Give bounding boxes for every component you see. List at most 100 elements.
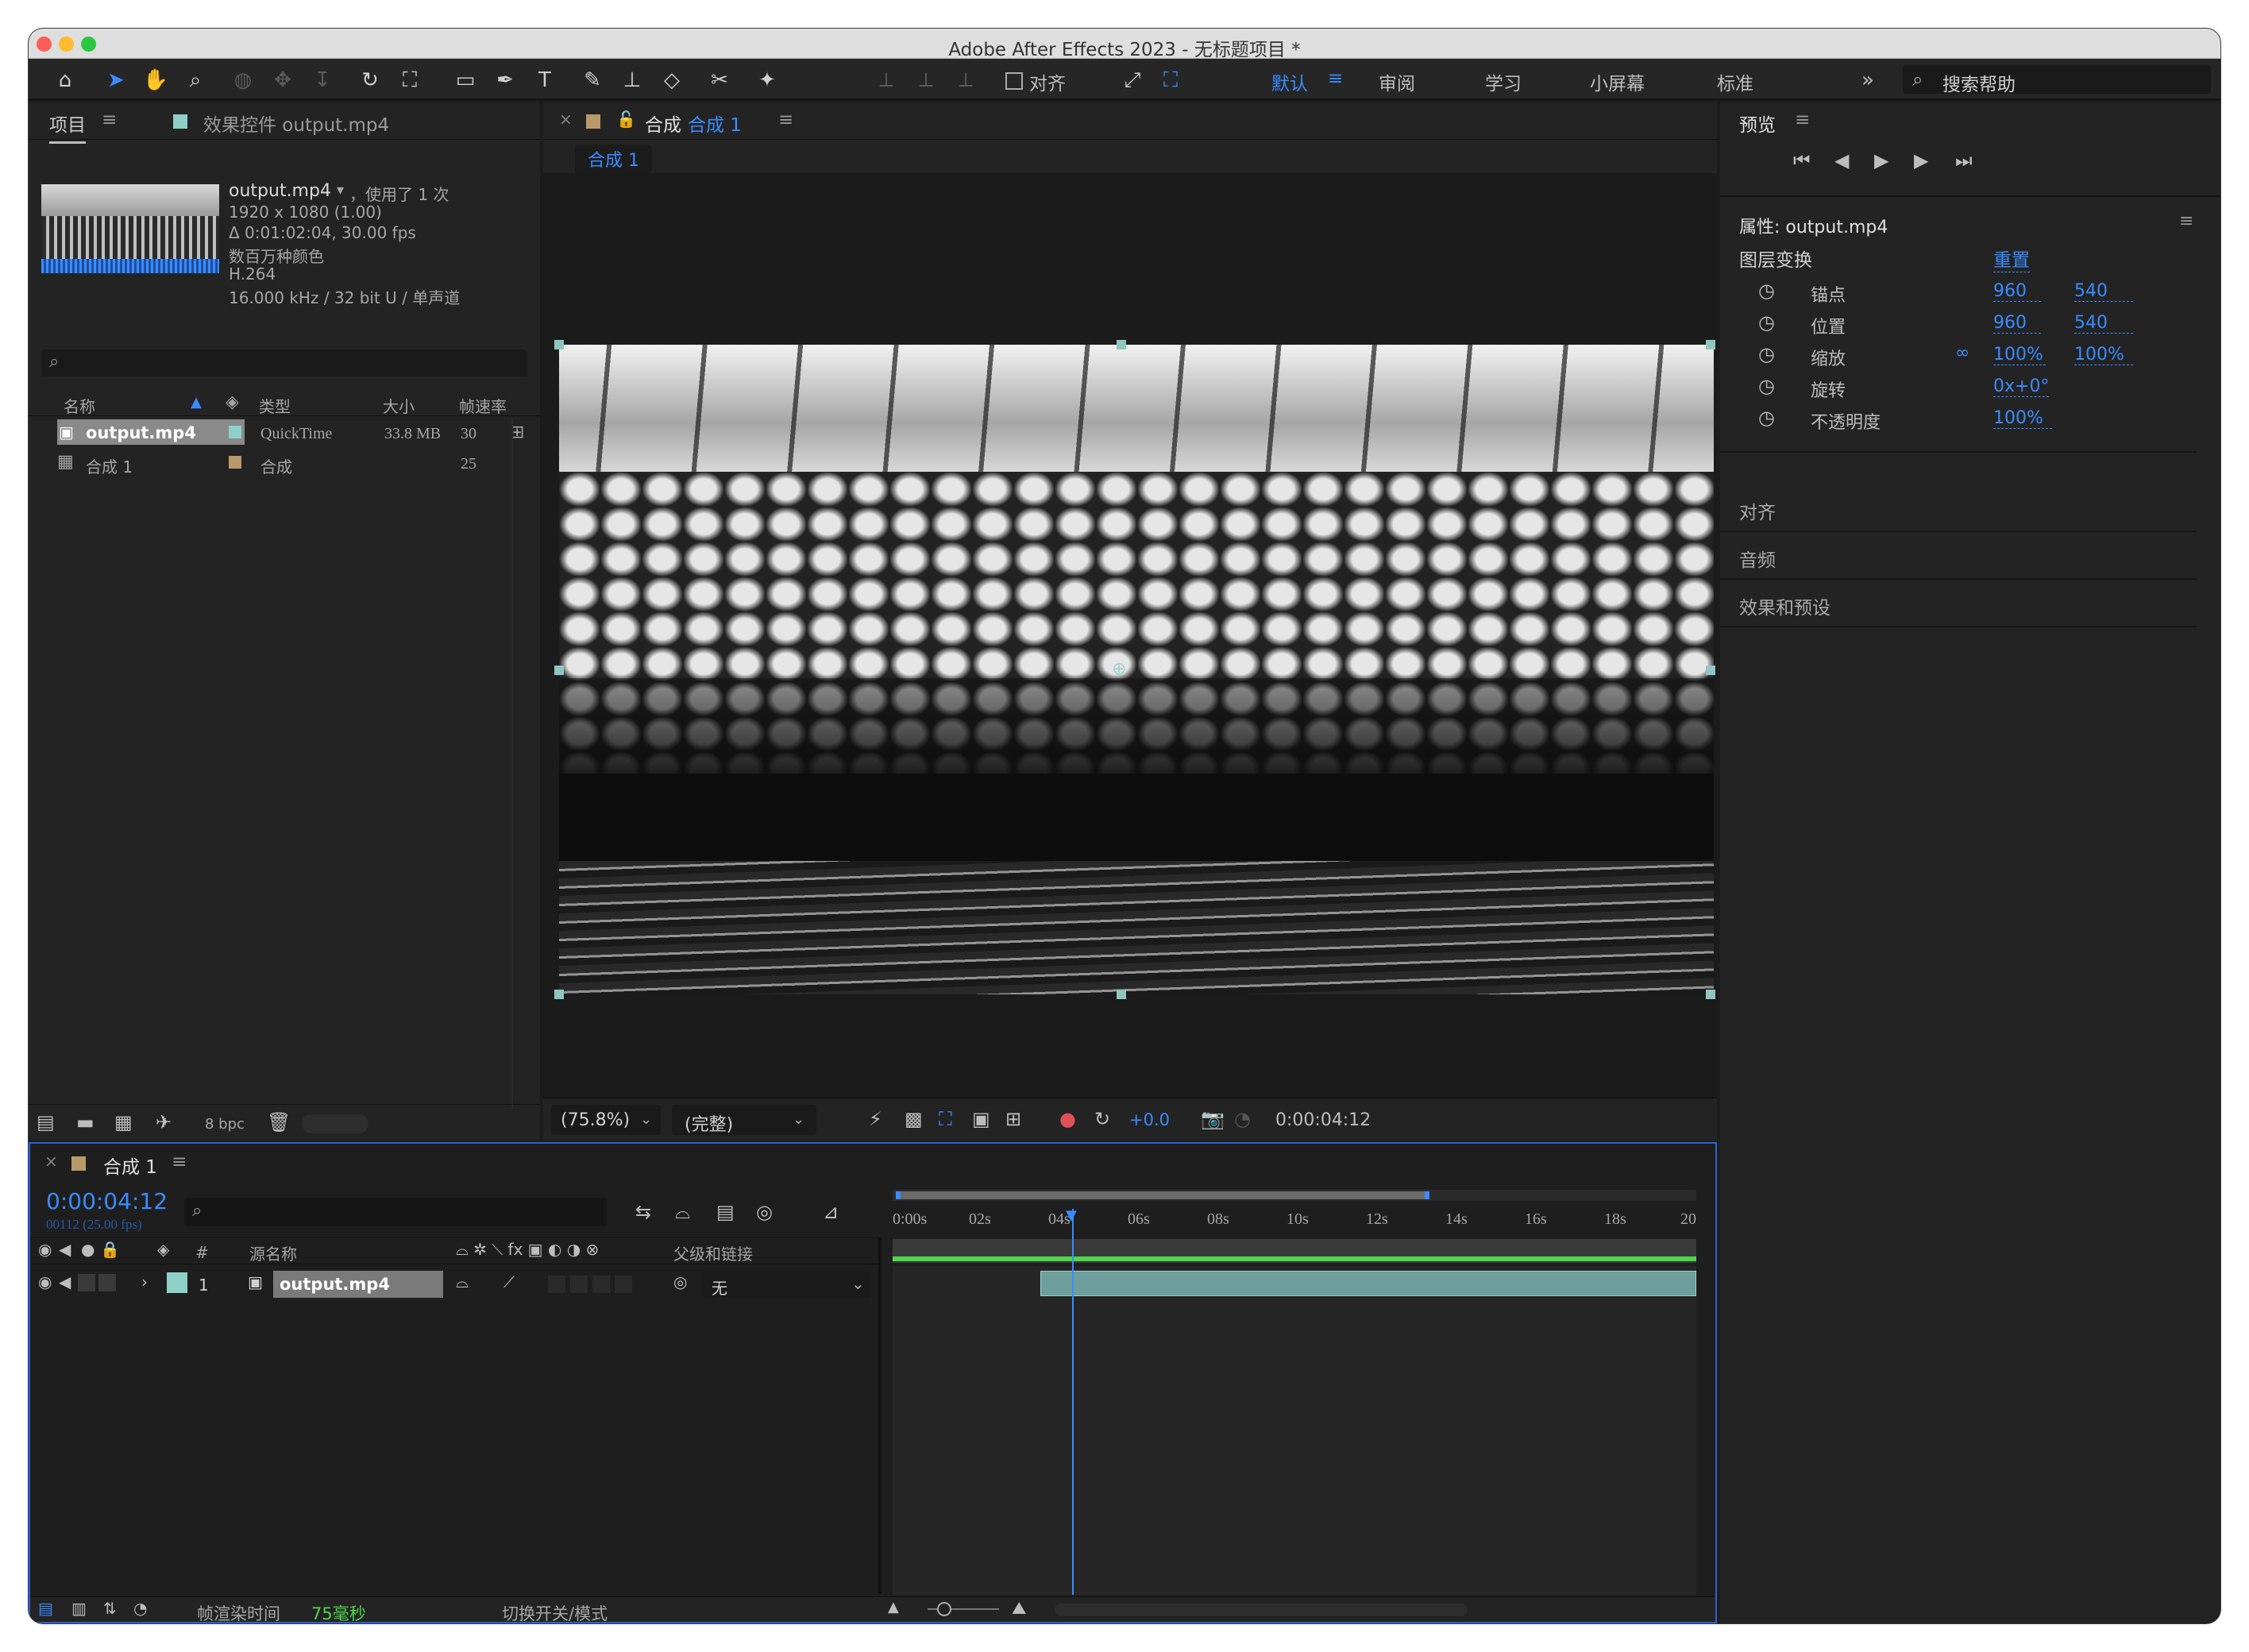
tab-project[interactable]: 项目 xyxy=(49,110,86,144)
home-icon[interactable]: ⌂ xyxy=(51,67,79,94)
rectangle-tool-icon[interactable]: ▭ xyxy=(451,67,480,94)
roto-brush-icon[interactable]: ✂ xyxy=(705,67,734,94)
lock-icon[interactable]: 🔓 xyxy=(616,110,636,129)
anchor-tool-icon[interactable]: ⛶ xyxy=(395,67,424,94)
project-list-item[interactable]: ▣ output.mp4 QuickTime 33.8 MB 30 ⊞ xyxy=(29,418,540,446)
sort-ascending-icon[interactable]: ▲ xyxy=(191,394,202,411)
pen-tool-icon[interactable]: ✒ xyxy=(491,67,519,94)
comp-viewer-frame[interactable] xyxy=(559,345,1714,994)
next-frame-icon[interactable]: ▶ xyxy=(1914,151,1928,170)
layer-handle[interactable] xyxy=(554,990,564,999)
layer-switches-icon[interactable]: ▤ xyxy=(38,1600,53,1616)
property-value-x[interactable]: 960 xyxy=(1993,313,2041,334)
mask-visibility-icon[interactable]: ⛶ xyxy=(939,1110,952,1129)
first-frame-icon[interactable]: ⏮ xyxy=(1793,151,1811,170)
interpret-footage-icon[interactable]: ▤ xyxy=(37,1113,55,1132)
label-color-chip[interactable] xyxy=(229,426,241,438)
property-value-y[interactable]: 540 xyxy=(2074,313,2133,334)
eye-icon[interactable]: ◉ xyxy=(38,1274,52,1290)
zoom-dropdown[interactable]: (75.8%) ⌄ xyxy=(551,1105,661,1135)
workspace-default[interactable]: 默认 xyxy=(1271,68,1308,95)
channel-icon[interactable]: ● xyxy=(1059,1110,1076,1129)
reset-button[interactable]: 重置 xyxy=(1993,245,2030,272)
property-value-y[interactable]: 540 xyxy=(2074,281,2133,302)
lock-toggle[interactable] xyxy=(98,1274,116,1291)
workspace-standard[interactable]: 标准 xyxy=(1717,68,1753,95)
reset-exposure-icon[interactable]: ↻ xyxy=(1094,1110,1110,1129)
zoom-slider[interactable] xyxy=(928,1602,999,1616)
rotate-tool-icon[interactable]: ↻ xyxy=(356,67,384,94)
layer-name[interactable]: output.mp4 xyxy=(280,1275,390,1294)
previous-frame-icon[interactable]: ◀ xyxy=(1834,151,1849,170)
stopwatch-icon[interactable]: ◷ xyxy=(1758,408,1775,427)
layer-bar[interactable] xyxy=(1040,1271,1696,1296)
label-color-chip[interactable] xyxy=(167,1272,187,1293)
render-time-icon[interactable]: ◔ xyxy=(133,1600,147,1616)
column-name[interactable]: 名称 xyxy=(64,394,95,417)
stopwatch-icon[interactable]: ◷ xyxy=(1758,345,1775,364)
zoom-out-icon[interactable]: ▲ xyxy=(888,1600,899,1615)
axis-view-icon[interactable]: ⟂ xyxy=(951,67,980,94)
zoom-tool-icon[interactable]: ⌕ xyxy=(181,67,210,94)
graph-editor-icon[interactable]: ⊿ xyxy=(823,1202,839,1222)
chevron-right-icon[interactable]: › xyxy=(141,1274,148,1290)
dolly-camera-icon[interactable]: ↧ xyxy=(308,67,337,94)
axis-local-icon[interactable]: ⟂ xyxy=(872,67,901,94)
layer-transform-section[interactable]: 图层变换 xyxy=(1739,245,1812,272)
solo-icon[interactable]: ● xyxy=(81,1241,95,1257)
column-parent-link[interactable]: 父级和链接 xyxy=(673,1241,753,1264)
panel-menu-icon[interactable]: ≡ xyxy=(778,110,793,130)
audio-icon[interactable]: ◀ xyxy=(59,1241,71,1257)
close-tab-icon[interactable]: × xyxy=(44,1152,58,1171)
layer-handle[interactable] xyxy=(554,666,564,675)
column-fps[interactable]: 帧速率 xyxy=(459,394,507,417)
pick-whip-icon[interactable]: ◎ xyxy=(673,1274,687,1290)
adjust-project-settings-icon[interactable]: ✈ xyxy=(156,1113,172,1132)
layer-search-input[interactable]: ⌕ xyxy=(184,1198,607,1226)
clone-stamp-icon[interactable]: ⊥ xyxy=(618,67,646,94)
solo-toggle[interactable] xyxy=(78,1274,95,1291)
align-checkbox[interactable] xyxy=(1005,72,1023,90)
layer-handle[interactable] xyxy=(1706,340,1715,349)
bit-depth[interactable]: 8 bpc xyxy=(205,1116,245,1133)
work-area-bar[interactable] xyxy=(893,1239,1696,1263)
transfer-controls-icon[interactable]: ▥ xyxy=(71,1600,87,1616)
comp-tab-label[interactable]: 合成 xyxy=(645,110,681,137)
timeline-scrollbar[interactable] xyxy=(1055,1604,1468,1616)
new-folder-icon[interactable]: ▬ xyxy=(76,1113,95,1132)
snap-icon[interactable]: ⤢ xyxy=(1118,67,1147,94)
comp-mini-flowchart-icon[interactable]: ⇆ xyxy=(635,1202,651,1222)
grid-guides-icon[interactable]: ⊞ xyxy=(1005,1110,1021,1129)
workspace-menu-icon[interactable]: ≡ xyxy=(1328,68,1343,89)
exposure-value[interactable]: +0.0 xyxy=(1129,1110,1170,1129)
resolution-dropdown[interactable]: (完整) ⌄ xyxy=(672,1105,816,1135)
shy-switch-icon[interactable]: ⌓ xyxy=(456,1274,469,1290)
column-type[interactable]: 类型 xyxy=(259,394,291,417)
property-value-x[interactable]: 960 xyxy=(1993,281,2041,302)
workspace-overflow-icon[interactable]: » xyxy=(1861,68,1874,92)
property-value-y[interactable]: 100% xyxy=(2074,345,2133,365)
quality-switch-icon[interactable]: ⟋ xyxy=(503,1274,515,1290)
playhead-icon[interactable]: ▼ xyxy=(1066,1207,1077,1224)
selection-tool-icon[interactable]: ➤ xyxy=(102,67,130,94)
last-frame-icon[interactable]: ⏭ xyxy=(1955,151,1973,170)
in-out-icon[interactable]: ⇅ xyxy=(103,1600,117,1616)
tab-effect-controls[interactable]: 效果控件 output.mp4 xyxy=(203,110,389,137)
trash-icon[interactable]: 🗑 xyxy=(267,1113,291,1132)
label-color-chip[interactable] xyxy=(229,456,241,469)
column-source-name[interactable]: 源名称 xyxy=(249,1241,297,1264)
layer-handle[interactable] xyxy=(1706,990,1715,999)
brush-tool-icon[interactable]: ✎ xyxy=(578,67,607,94)
panel-align[interactable]: 对齐 xyxy=(1739,497,1776,524)
timeline-tab-name[interactable]: 合成 1 xyxy=(103,1152,157,1179)
column-size[interactable]: 大小 xyxy=(383,394,415,417)
new-composition-icon[interactable]: ▦ xyxy=(114,1113,133,1132)
breadcrumb[interactable]: 合成 1 xyxy=(575,145,652,173)
fast-previews-icon[interactable]: ⚡ xyxy=(869,1110,882,1129)
label-tag-icon[interactable]: ◈ xyxy=(157,1241,169,1257)
thumbnail-size-slider[interactable] xyxy=(302,1114,368,1133)
layer-handle[interactable] xyxy=(1117,990,1126,999)
switch-slot[interactable] xyxy=(570,1276,588,1293)
time-ruler[interactable]: 0:00s 02s 04s 06s 08s 10s 12s 14s 16s 18… xyxy=(893,1206,1696,1237)
snapshot-camera-icon[interactable]: 📷 xyxy=(1201,1110,1225,1129)
